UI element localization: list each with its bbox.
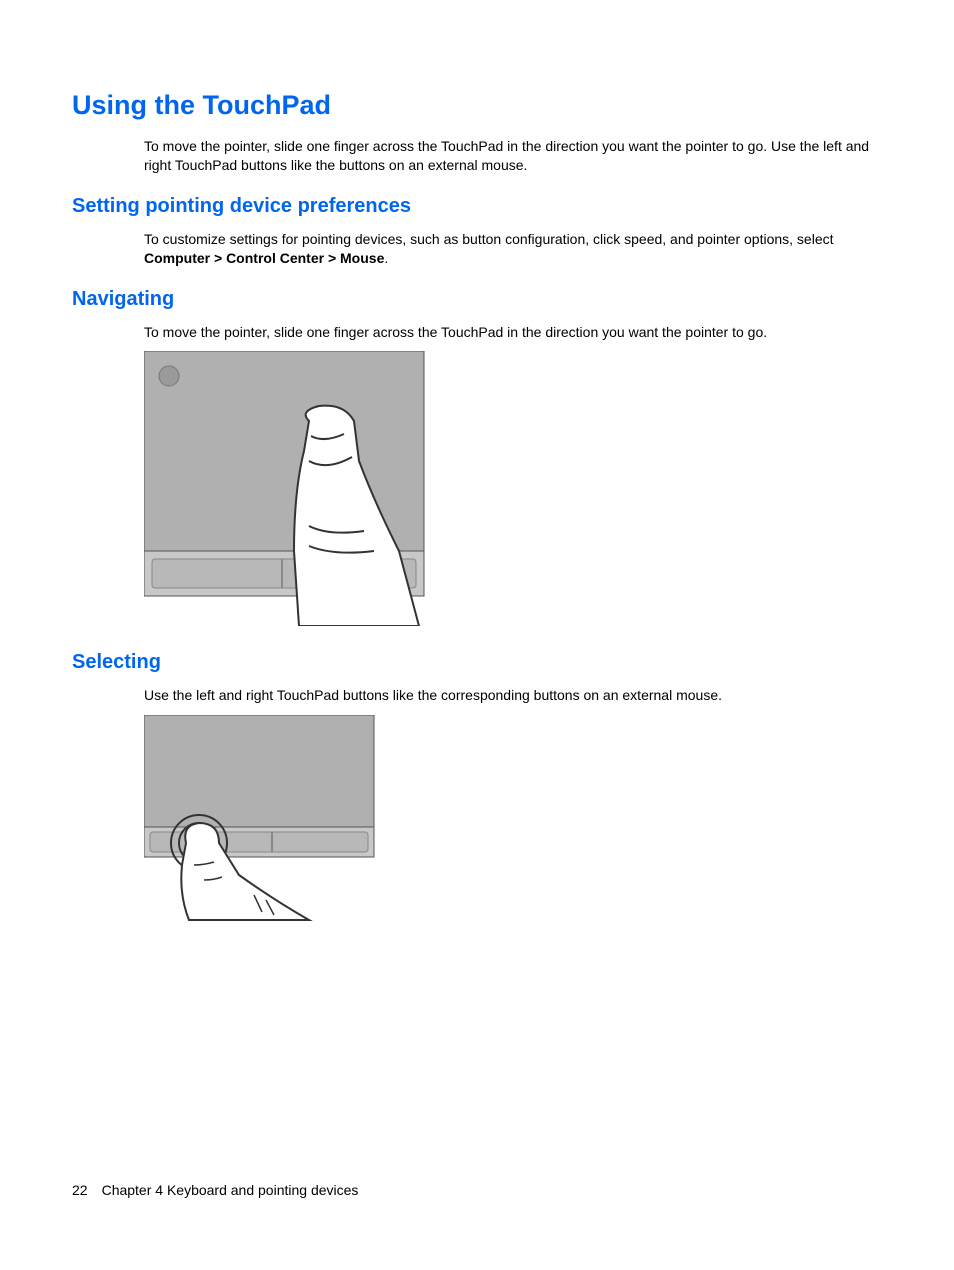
figure-selecting [144, 715, 882, 930]
heading-selecting: Selecting [72, 651, 882, 674]
section1-text-pre: To customize settings for pointing devic… [144, 231, 834, 247]
page-title: Using the TouchPad [72, 90, 882, 121]
touchpad-navigate-illustration [144, 351, 429, 626]
section3-paragraph: Use the left and right TouchPad buttons … [144, 686, 882, 705]
touchpad-select-illustration [144, 715, 384, 925]
heading-navigating: Navigating [72, 288, 882, 311]
chapter-label: Chapter 4 Keyboard and pointing devices [102, 1182, 359, 1198]
page-number: 22 [72, 1182, 88, 1198]
section1-text-post: . [384, 250, 388, 266]
intro-paragraph: To move the pointer, slide one finger ac… [144, 137, 882, 175]
section1-text-bold: Computer > Control Center > Mouse [144, 250, 384, 266]
section1-paragraph: To customize settings for pointing devic… [144, 230, 882, 268]
page-footer: 22 Chapter 4 Keyboard and pointing device… [72, 1182, 358, 1198]
figure-navigating [144, 351, 882, 631]
heading-setting-preferences: Setting pointing device preferences [72, 195, 882, 218]
section2-paragraph: To move the pointer, slide one finger ac… [144, 323, 882, 342]
